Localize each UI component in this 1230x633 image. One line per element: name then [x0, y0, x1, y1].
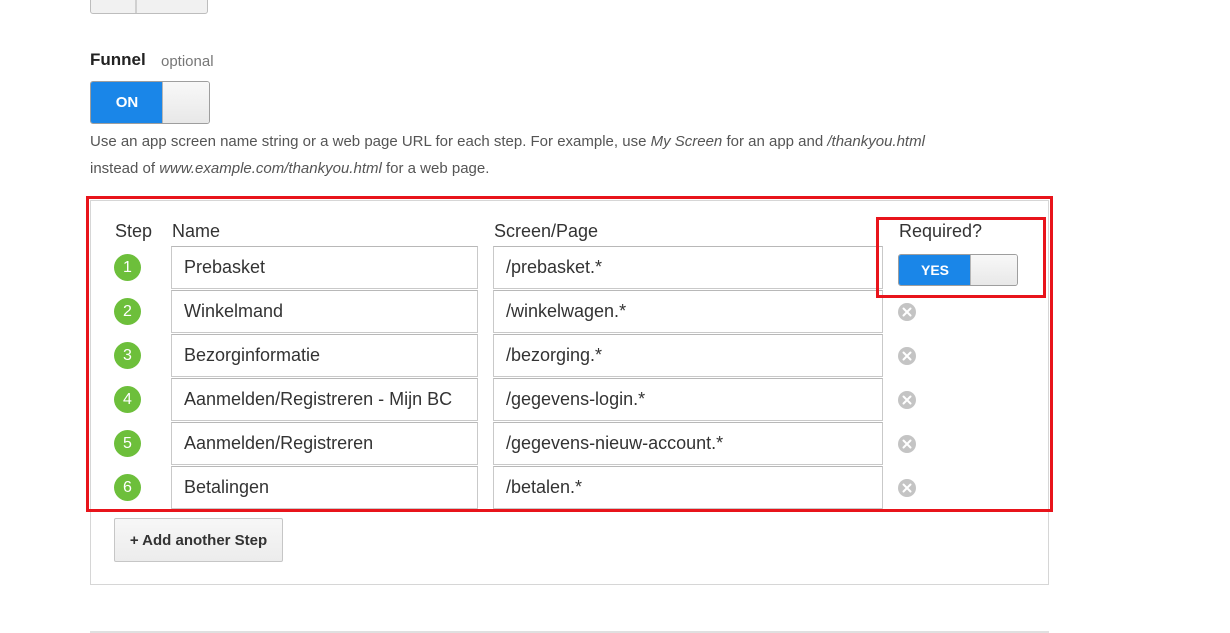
close-circle-icon[interactable] — [898, 347, 916, 365]
step-name-input[interactable] — [171, 466, 478, 509]
close-circle-icon[interactable] — [898, 303, 916, 321]
step-screen-input[interactable] — [493, 378, 883, 421]
column-header-required: Required? — [899, 221, 983, 241]
step-number-badge: 1 — [114, 254, 141, 281]
step-row-3: 3 — [0, 334, 1230, 378]
step-number-badge: 3 — [114, 342, 141, 369]
funnel-toggle[interactable]: ON — [90, 81, 210, 124]
step-row-6: 6 — [0, 466, 1230, 510]
step-row-4: 4 — [0, 378, 1230, 422]
step-name-input[interactable] — [171, 246, 478, 289]
funnel-heading: Funnel — [90, 50, 146, 69]
help-example-path: /thankyou.html — [827, 133, 925, 150]
step-number-badge: 2 — [114, 298, 141, 325]
step-row-2: 2 — [0, 290, 1230, 334]
previous-toggle[interactable] — [90, 0, 208, 14]
help-example-url: www.example.com/thankyou.html — [159, 160, 382, 177]
step-number-badge: 5 — [114, 430, 141, 457]
funnel-toggle-knob — [162, 82, 209, 123]
step-row-5: 5 — [0, 422, 1230, 466]
help-text-3: instead of — [90, 160, 160, 177]
help-text-2: for an app and — [722, 133, 828, 150]
step-row-1: 1 — [0, 246, 1230, 290]
step-screen-input[interactable] — [493, 422, 883, 465]
step-screen-input[interactable] — [493, 290, 883, 333]
step-number-badge: 6 — [114, 474, 141, 501]
close-circle-icon[interactable] — [898, 479, 916, 497]
help-text-1: Use an app screen name string or a web p… — [90, 133, 651, 150]
help-example-app: My Screen — [650, 133, 723, 150]
close-circle-icon[interactable] — [898, 391, 916, 409]
help-text-4: for a web page. — [381, 160, 490, 177]
step-screen-input[interactable] — [493, 334, 883, 377]
column-header-screen: Screen/Page — [494, 221, 599, 241]
step-screen-input[interactable] — [493, 246, 883, 289]
step-name-input[interactable] — [171, 422, 478, 465]
step-screen-input[interactable] — [493, 466, 883, 509]
step-name-input[interactable] — [171, 378, 478, 421]
previous-toggle-knob — [135, 0, 137, 13]
column-header-name: Name — [172, 221, 221, 241]
funnel-help-text: Use an app screen name string or a web p… — [90, 128, 1030, 182]
step-number-badge: 4 — [114, 386, 141, 413]
column-header-step: Step — [115, 221, 153, 241]
step-name-input[interactable] — [171, 290, 478, 333]
step-name-input[interactable] — [171, 334, 478, 377]
funnel-toggle-on-label: ON — [91, 82, 164, 123]
add-step-button[interactable]: + Add another Step — [114, 518, 283, 562]
funnel-optional-label: optional — [161, 53, 214, 70]
close-circle-icon[interactable] — [898, 435, 916, 453]
